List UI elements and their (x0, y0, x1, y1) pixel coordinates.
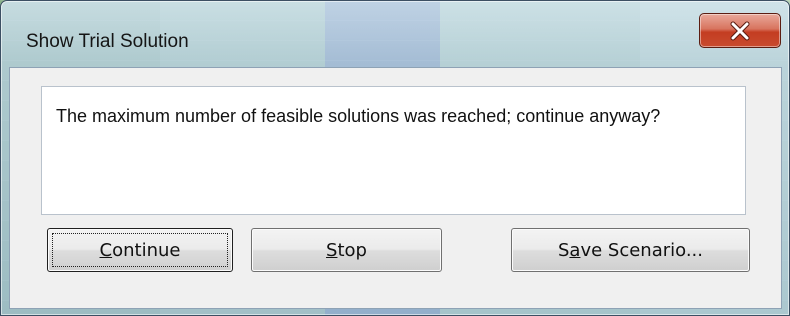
stop-button-label: Stop (326, 239, 367, 261)
message-text: The maximum number of feasible solutions… (56, 106, 661, 126)
close-icon (730, 21, 750, 40)
stop-button[interactable]: Stop (251, 228, 442, 272)
continue-button[interactable]: Continue (47, 228, 233, 272)
focus-rectangle (52, 233, 228, 267)
save-scenario-button[interactable]: Save Scenario... (511, 228, 750, 272)
window-title: Show Trial Solution (26, 31, 189, 52)
dialog-window: Show Trial Solution The maximum number o… (0, 0, 790, 316)
close-button[interactable] (699, 13, 781, 48)
message-panel: The maximum number of feasible solutions… (41, 86, 746, 215)
save-scenario-button-label: Save Scenario... (557, 239, 703, 261)
dialog-client-area: The maximum number of feasible solutions… (9, 67, 782, 309)
